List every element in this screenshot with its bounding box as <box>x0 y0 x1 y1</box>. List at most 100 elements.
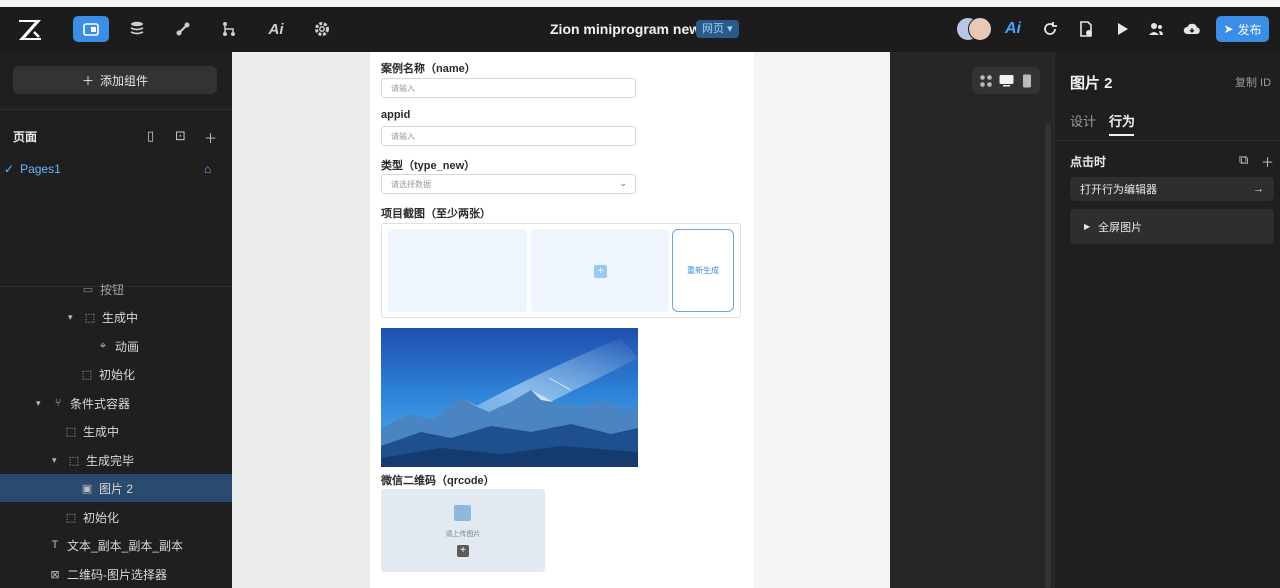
tree-node[interactable]: ▾ ⬚ 生成完毕 <box>52 449 134 471</box>
type-select-placeholder: 请选择数据 <box>391 179 431 189</box>
container-icon: ⬚ <box>65 511 77 524</box>
file-icon[interactable] <box>1076 19 1096 39</box>
page-preview[interactable]: 案例名称（name） 请输入 appid 请输入 类型（type_new） 请选… <box>370 52 754 588</box>
divider <box>0 109 232 110</box>
mobile-view-icon[interactable] <box>1019 73 1035 88</box>
qrcode-uploader[interactable]: 请上传图片 + <box>381 489 545 572</box>
image-picker-icon: ⊠ <box>50 568 60 581</box>
conditional-icon: ⑂ <box>54 397 62 409</box>
name-input-placeholder: 请输入 <box>391 83 415 93</box>
view-switcher[interactable] <box>972 67 1040 94</box>
tab-behavior[interactable]: 行为 <box>1109 111 1135 130</box>
name-input[interactable]: 请输入 <box>381 78 636 98</box>
type-field-label: 类型（type_new） <box>381 160 476 172</box>
tree-node-label: 二维码-图片选择器 <box>67 567 167 582</box>
tree-node-label: 生成中 <box>83 424 120 439</box>
tree-node[interactable]: ⬚ 初始化 <box>65 506 119 528</box>
avatar <box>968 17 992 41</box>
collaborator-avatars[interactable] <box>956 17 992 41</box>
regenerate-button[interactable]: 重新生成 <box>672 229 734 312</box>
home-icon[interactable]: ⌂ <box>204 162 211 176</box>
upload-hint: 请上传图片 <box>445 531 481 538</box>
arrow-right-icon: → <box>1253 183 1264 195</box>
caret-down-icon: ▾ <box>52 454 57 465</box>
tree-node-label: 按钮 <box>100 282 125 297</box>
add-screenshot-icon[interactable]: + <box>594 265 607 278</box>
zion-logo-icon[interactable] <box>17 18 43 42</box>
chevron-down-icon: ▾ <box>727 23 733 35</box>
ai-assistant-icon[interactable]: Ai <box>1003 19 1023 39</box>
ai-icon[interactable]: Ai <box>258 16 294 42</box>
tree-node[interactable]: ▾ ⬚ 生成中 <box>68 306 138 328</box>
api-icon[interactable] <box>165 16 201 42</box>
page-item-pages1[interactable]: ✓ Pages1 <box>4 162 61 176</box>
tree-node-label: 条件式容器 <box>70 396 131 411</box>
caret-right-icon: ▶ <box>1084 222 1091 231</box>
tree-node-label: 初始化 <box>99 367 136 382</box>
database-icon[interactable] <box>119 16 155 42</box>
add-page-icon[interactable]: ＋ <box>204 128 217 147</box>
appid-input-placeholder: 请输入 <box>391 131 415 141</box>
qrcode-field-label: 微信二维码（qrcode） <box>381 475 495 487</box>
send-icon: ➤ <box>1223 22 1234 36</box>
left-panel: ＋ 添加组件 页面 ▯ ⊡ ＋ ✓ Pages1 ⌂ ▭ 按钮 ▾ ⬚ 生成中 … <box>0 52 233 588</box>
text-icon: T <box>51 539 59 551</box>
image-placeholder-icon <box>454 505 471 521</box>
mountain-night-sky-image <box>381 328 638 467</box>
tree-node-label: 生成中 <box>102 310 139 325</box>
tree-node[interactable]: ⬚ 初始化 <box>81 363 135 385</box>
add-component-button[interactable]: ＋ 添加组件 <box>13 66 217 94</box>
flow-icon[interactable] <box>211 16 247 42</box>
tree-node[interactable]: ⬚ 生成中 <box>65 420 119 442</box>
on-click-section-title: 点击时 <box>1070 155 1107 169</box>
screenshots-uploader[interactable]: + 重新生成 <box>381 223 741 318</box>
component-icon[interactable] <box>73 16 109 42</box>
tree-node[interactable]: ⌖ 动画 <box>97 335 139 357</box>
caret-down-icon: ▾ <box>68 311 73 322</box>
add-component-label: 添加组件 <box>100 73 149 88</box>
tree-node[interactable]: ▭ 按钮 <box>82 278 124 300</box>
image-2-mountain-photo[interactable] <box>381 328 638 467</box>
tree-node[interactable]: ▾ ⑂ 条件式容器 <box>36 392 130 414</box>
open-editor-label: 打开行为编辑器 <box>1080 184 1157 196</box>
tree-node-selected[interactable]: ▣ 图片 2 <box>81 477 133 499</box>
screenshot-slot[interactable] <box>388 229 527 312</box>
design-canvas[interactable]: 案例名称（name） 请输入 appid 请输入 类型（type_new） 请选… <box>232 52 890 588</box>
action-label: 全屏图片 <box>1098 221 1143 234</box>
regenerate-label: 重新生成 <box>687 266 719 275</box>
action-item-fullscreen-image[interactable]: ▶ 全屏图片 <box>1070 209 1274 244</box>
project-title[interactable]: Zion miniprogram new <box>550 21 700 37</box>
image-icon: ▣ <box>81 482 93 495</box>
tree-node[interactable]: ⊠ 二维码-图片选择器 <box>49 563 167 585</box>
canvas-scrollbar[interactable] <box>1045 124 1051 588</box>
tree-node[interactable]: T 文本_副本_副本_副本 <box>49 534 183 556</box>
pages-section-title: 页面 <box>13 130 38 144</box>
divider <box>1055 140 1280 141</box>
users-icon[interactable] <box>1146 19 1166 39</box>
refresh-icon[interactable] <box>1040 19 1060 39</box>
copy-id-button[interactable]: 复制 ID <box>1235 74 1271 90</box>
copy-action-icon[interactable]: ⧉ <box>1239 152 1248 168</box>
tab-design[interactable]: 设计 <box>1070 111 1096 130</box>
type-select[interactable]: 请选择数据 ⌄ <box>381 174 636 194</box>
desktop-view-icon[interactable] <box>998 73 1014 88</box>
open-behavior-editor-button[interactable]: 打开行为编辑器 → <box>1070 177 1274 201</box>
page-layout-icon[interactable]: ▯ <box>147 128 154 144</box>
tree-node-label: 生成完毕 <box>86 453 135 468</box>
grid-view-icon[interactable] <box>978 73 994 88</box>
tree-node-label: 图片 2 <box>99 481 134 496</box>
active-tab-indicator <box>1109 134 1134 136</box>
mode-selector[interactable]: 网页 ▾ <box>696 20 739 38</box>
cloud-icon[interactable] <box>1182 19 1202 39</box>
publish-button[interactable]: ➤ 发布 <box>1216 16 1269 42</box>
check-icon: ✓ <box>4 162 15 176</box>
container-icon: ⬚ <box>81 368 93 381</box>
play-icon[interactable] <box>1112 19 1132 39</box>
appid-input[interactable]: 请输入 <box>381 126 636 146</box>
upload-plus-icon[interactable]: + <box>457 545 469 557</box>
add-folder-icon[interactable]: ⊡ <box>175 128 186 144</box>
container-icon: ⬚ <box>84 311 96 324</box>
publish-label: 发布 <box>1237 22 1262 37</box>
settings-icon[interactable] <box>304 16 340 42</box>
add-action-icon[interactable]: ＋ <box>1261 152 1274 171</box>
